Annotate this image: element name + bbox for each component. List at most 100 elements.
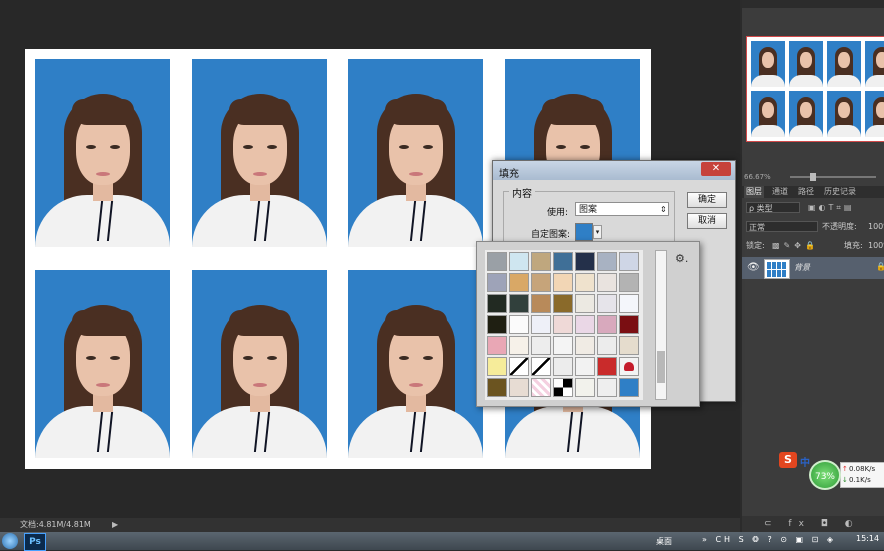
pattern-swatch[interactable] — [619, 273, 639, 292]
pattern-swatch[interactable] — [553, 378, 573, 397]
layer-filter-icons[interactable]: ▣◐T⌗▤ — [808, 202, 855, 214]
pattern-picker-scroll-thumb[interactable] — [657, 351, 665, 383]
dialog-title: 填充 — [499, 169, 519, 180]
pattern-swatch[interactable] — [531, 357, 551, 376]
layer-filter-row: ρ 类型 ▣◐T⌗▤ — [746, 202, 882, 214]
cancel-button[interactable]: 取消 — [687, 213, 727, 229]
pattern-swatch[interactable] — [487, 357, 507, 376]
zoom-slider-knob[interactable] — [810, 173, 816, 181]
pattern-swatch[interactable] — [619, 252, 639, 271]
pattern-swatch[interactable] — [575, 252, 595, 271]
layer-kind-select[interactable]: ρ 类型 — [746, 202, 800, 213]
id-photo — [35, 59, 170, 247]
pattern-swatch[interactable] — [575, 273, 595, 292]
pattern-swatch[interactable] — [597, 252, 617, 271]
lock-row: 锁定: ▩✎✥🔒 填充: 100% — [746, 240, 884, 252]
lock-icons[interactable]: ▩✎✥🔒 — [772, 240, 819, 252]
layer-name[interactable]: 背景 — [794, 262, 810, 273]
ok-button[interactable]: 确定 — [687, 192, 727, 208]
desktop-toolbar-label[interactable]: 桌面 — [656, 536, 672, 547]
pattern-swatch[interactable] — [487, 336, 507, 355]
pattern-swatch[interactable] — [619, 357, 639, 376]
pattern-swatch[interactable] — [509, 336, 529, 355]
pattern-swatch[interactable] — [575, 357, 595, 376]
pattern-swatch[interactable] — [597, 336, 617, 355]
system-tray-icons[interactable]: » CH S ❂ ? ⊙ ▣ ⊡ ◈ — [702, 535, 836, 544]
use-select-value: 图案 — [579, 205, 598, 215]
custom-pattern-swatch[interactable] — [575, 223, 593, 241]
status-menu-arrow-icon[interactable]: ▶ — [112, 518, 118, 532]
pattern-swatch[interactable] — [531, 378, 551, 397]
pattern-swatch[interactable] — [619, 294, 639, 313]
pattern-swatch[interactable] — [509, 378, 529, 397]
tab-channels[interactable]: 通道 — [770, 186, 790, 198]
pattern-swatch[interactable] — [531, 315, 551, 334]
pattern-dropdown-arrow-icon[interactable]: ▾ — [593, 225, 602, 239]
dialog-titlebar[interactable]: 填充 ✕ — [493, 161, 735, 180]
zoom-level[interactable]: 66.67% — [744, 172, 771, 182]
photoshop-taskbar-button[interactable]: Ps — [24, 533, 46, 551]
pattern-swatch[interactable] — [619, 378, 639, 397]
pattern-swatch[interactable] — [509, 357, 529, 376]
pattern-swatch[interactable] — [487, 252, 507, 271]
id-photo — [348, 59, 483, 247]
tab-paths[interactable]: 路径 — [796, 186, 816, 198]
pattern-swatch[interactable] — [575, 294, 595, 313]
pattern-swatch[interactable] — [509, 273, 529, 292]
status-bar: 文档:4.81M/4.81M ▶ — [0, 518, 740, 532]
pattern-swatch[interactable] — [553, 294, 573, 313]
id-photo — [35, 270, 170, 458]
dialog-close-button[interactable]: ✕ — [701, 162, 731, 176]
navigator-mini-photo — [865, 91, 884, 137]
pattern-swatch[interactable] — [487, 273, 507, 292]
pattern-swatch[interactable] — [487, 378, 507, 397]
pattern-swatch[interactable] — [597, 378, 617, 397]
ime-mode-label[interactable]: 中 — [800, 454, 810, 469]
blend-row: 正常 不透明度: 100% — [746, 221, 884, 233]
pattern-swatch[interactable] — [531, 294, 551, 313]
pattern-swatch[interactable] — [531, 273, 551, 292]
pattern-swatch[interactable] — [575, 315, 595, 334]
taskbar-clock[interactable]: 15:14 — [856, 534, 879, 543]
pattern-swatch[interactable] — [531, 252, 551, 271]
fill-value[interactable]: 100% — [868, 240, 884, 252]
navigator-mini-photo — [789, 41, 823, 87]
pattern-swatch[interactable] — [509, 252, 529, 271]
pattern-swatch[interactable] — [487, 294, 507, 313]
navigator-thumbnail[interactable] — [746, 36, 884, 142]
visibility-eye-icon[interactable]: 👁 — [747, 262, 760, 273]
sogou-ime-icon[interactable]: S — [779, 452, 797, 468]
layer-row-background[interactable]: 👁 背景 🔒 — [742, 257, 884, 279]
network-speed-panel: ↑ 0.08K/s ↓ 0.1K/s — [840, 462, 884, 488]
pattern-swatch[interactable] — [509, 294, 529, 313]
tab-history[interactable]: 历史记录 — [822, 186, 858, 198]
pattern-picker-gear-icon[interactable]: ⚙. — [675, 252, 688, 265]
select-arrows-icon: ⇕ — [660, 205, 667, 214]
zoom-slider[interactable] — [790, 176, 876, 178]
pattern-swatch[interactable] — [553, 315, 573, 334]
pattern-swatch[interactable] — [487, 315, 507, 334]
pattern-swatch[interactable] — [619, 315, 639, 334]
opacity-value[interactable]: 100% — [868, 221, 884, 233]
pattern-swatch[interactable] — [597, 357, 617, 376]
pattern-picker-scrollbar[interactable] — [655, 250, 667, 400]
pattern-swatch[interactable] — [509, 315, 529, 334]
pattern-swatch[interactable] — [597, 273, 617, 292]
layers-panel-tabs: 图层 通道 路径 历史记录 — [742, 186, 884, 198]
pattern-swatch[interactable] — [597, 315, 617, 334]
pattern-swatch[interactable] — [553, 357, 573, 376]
pattern-swatch[interactable] — [597, 294, 617, 313]
pattern-swatch[interactable] — [575, 378, 595, 397]
pattern-swatch[interactable] — [553, 273, 573, 292]
pattern-swatch[interactable] — [619, 336, 639, 355]
start-button[interactable] — [2, 533, 18, 549]
tab-layers[interactable]: 图层 — [744, 186, 764, 198]
pattern-swatch[interactable] — [575, 336, 595, 355]
pattern-swatch[interactable] — [553, 336, 573, 355]
pattern-grid — [485, 250, 643, 400]
pattern-swatch[interactable] — [531, 336, 551, 355]
pattern-swatch[interactable] — [553, 252, 573, 271]
network-usage-bubble[interactable]: 73% — [809, 460, 841, 490]
use-select[interactable]: 图案 ⇕ — [575, 202, 669, 216]
blend-mode-select[interactable]: 正常 — [746, 221, 818, 232]
